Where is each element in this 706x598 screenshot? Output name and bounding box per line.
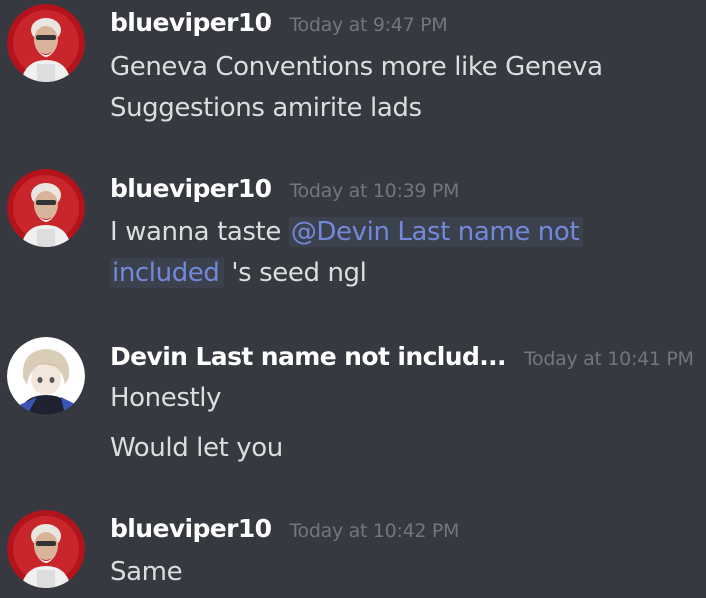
message-text: 's seed ngl	[223, 258, 367, 288]
user-mention[interactable]: included	[110, 258, 224, 288]
message-line: Same	[110, 557, 183, 587]
timestamp[interactable]: Today at 10:39 PM	[289, 180, 459, 202]
user-mention[interactable]: @Devin Last name not	[288, 217, 584, 247]
user-avatar-icon[interactable]	[7, 4, 85, 82]
message-header: blueviper10 Today at 10:42 PM	[110, 514, 459, 543]
message-line: Honestly	[110, 383, 222, 413]
timestamp[interactable]: Today at 10:42 PM	[289, 520, 459, 542]
username[interactable]: blueviper10	[110, 514, 272, 543]
username[interactable]: blueviper10	[110, 174, 272, 203]
username[interactable]: blueviper10	[110, 8, 272, 37]
message-line: Suggestions amirite lads	[110, 93, 422, 123]
user-avatar-icon[interactable]	[7, 510, 85, 588]
message-header: Devin Last name not includ... Today at 1…	[110, 342, 694, 371]
message-line: Would let you	[110, 433, 283, 463]
user-avatar-icon[interactable]	[7, 169, 85, 247]
message-header: blueviper10 Today at 10:39 PM	[110, 174, 459, 203]
username[interactable]: Devin Last name not includ...	[110, 342, 507, 371]
message-text: I wanna taste	[110, 217, 289, 247]
user-avatar-icon[interactable]	[7, 337, 85, 415]
message-line: included 's seed ngl	[110, 253, 367, 294]
timestamp[interactable]: Today at 9:47 PM	[289, 14, 447, 36]
message-line: I wanna taste @Devin Last name not	[110, 212, 584, 253]
timestamp[interactable]: Today at 10:41 PM	[524, 348, 694, 370]
message-line: Geneva Conventions more like Geneva	[110, 52, 603, 82]
message-header: blueviper10 Today at 9:47 PM	[110, 8, 448, 37]
